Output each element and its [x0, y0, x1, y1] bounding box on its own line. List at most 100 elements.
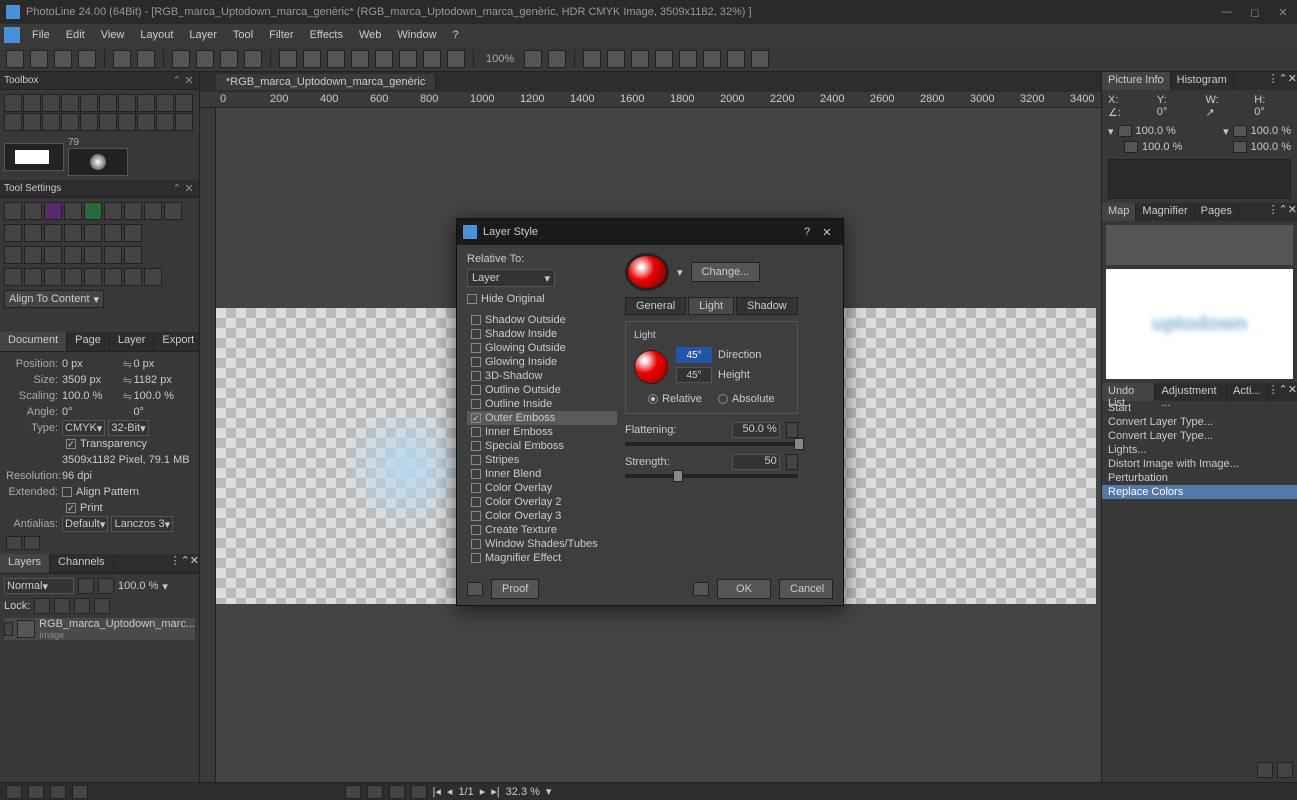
- toolbar-button[interactable]: [113, 50, 131, 68]
- reset-icon[interactable]: [693, 582, 709, 596]
- ts-button[interactable]: [64, 268, 82, 286]
- ts-button[interactable]: [24, 202, 42, 220]
- ts-button[interactable]: [84, 224, 102, 242]
- effect-checkbox[interactable]: [471, 329, 481, 339]
- height-input[interactable]: [676, 367, 712, 383]
- tab-page[interactable]: Page: [67, 332, 110, 351]
- tab-undo-list[interactable]: Undo List: [1102, 383, 1155, 401]
- menu-edit[interactable]: Edit: [58, 29, 93, 41]
- light-direction-ball[interactable]: [634, 350, 668, 384]
- trash-icon[interactable]: [1257, 762, 1273, 778]
- ts-button[interactable]: [44, 246, 62, 264]
- zoom-value[interactable]: 32.3 %: [506, 786, 540, 798]
- panel-close-icon[interactable]: ✕: [183, 74, 195, 87]
- tab-actions[interactable]: Acti...: [1227, 383, 1268, 401]
- status-icon[interactable]: [411, 785, 427, 799]
- ok-button[interactable]: OK: [717, 579, 771, 599]
- ts-button[interactable]: [24, 268, 42, 286]
- visibility-icon[interactable]: [4, 622, 13, 636]
- ts-button[interactable]: [84, 246, 102, 264]
- document-tab[interactable]: *RGB_marca_Uptodown_marca_genèric: [216, 74, 436, 90]
- effect-checkbox[interactable]: [471, 525, 481, 535]
- cancel-button[interactable]: Cancel: [779, 579, 833, 599]
- toolbar-button[interactable]: [727, 50, 745, 68]
- effect-checkbox[interactable]: [471, 399, 481, 409]
- ts-button[interactable]: [4, 202, 22, 220]
- panel-collapse-icon[interactable]: ⌃: [1279, 203, 1288, 221]
- undo-item[interactable]: Convert Layer Type...: [1102, 415, 1297, 429]
- toolbar-button[interactable]: [54, 50, 72, 68]
- effect-item[interactable]: Color Overlay 3: [467, 509, 617, 523]
- effect-checkbox[interactable]: [471, 511, 481, 521]
- nav-first-icon[interactable]: |◂: [433, 785, 441, 798]
- brush-preview[interactable]: [68, 148, 128, 176]
- relative-radio[interactable]: Relative: [648, 393, 702, 405]
- effect-item[interactable]: Color Overlay: [467, 481, 617, 495]
- tab-layers[interactable]: Layers: [0, 554, 50, 573]
- tab-adjustment[interactable]: Adjustment ...: [1155, 383, 1227, 401]
- panel-close-icon[interactable]: ✕: [183, 182, 195, 195]
- panel-close-icon[interactable]: ✕: [1288, 72, 1297, 90]
- blend-mode-select[interactable]: Normal ▾: [4, 578, 74, 594]
- tool-button[interactable]: [4, 94, 22, 112]
- dialog-help-button[interactable]: ?: [797, 226, 817, 238]
- lock-icon[interactable]: [94, 598, 110, 614]
- toolbar-button[interactable]: [279, 50, 297, 68]
- proof-button[interactable]: Proof: [491, 579, 539, 599]
- effect-item[interactable]: Special Emboss: [467, 439, 617, 453]
- ts-button[interactable]: [44, 268, 62, 286]
- toolbar-button[interactable]: [351, 50, 369, 68]
- panel-menu-icon[interactable]: ⋮: [170, 554, 181, 573]
- toolbar-button[interactable]: [6, 50, 24, 68]
- tool-button[interactable]: [23, 113, 41, 131]
- preview-eye-icon[interactable]: [467, 582, 483, 596]
- tab-magnifier[interactable]: Magnifier: [1136, 203, 1194, 221]
- tab-light[interactable]: Light: [688, 297, 734, 315]
- menu-file[interactable]: File: [24, 29, 58, 41]
- toolbar-button[interactable]: [196, 50, 214, 68]
- effect-checkbox[interactable]: [471, 539, 481, 549]
- status-icon[interactable]: [28, 785, 44, 799]
- menu-view[interactable]: View: [93, 29, 133, 41]
- layer-row[interactable]: RGB_marca_Uptodown_marc... Image: [4, 618, 195, 640]
- effect-checkbox[interactable]: [471, 343, 481, 353]
- tool-button[interactable]: [61, 94, 79, 112]
- toolbar-button[interactable]: [631, 50, 649, 68]
- effect-checkbox[interactable]: [471, 469, 481, 479]
- toolbar-button[interactable]: [679, 50, 697, 68]
- tool-button[interactable]: [137, 113, 155, 131]
- toolbar-button[interactable]: [703, 50, 721, 68]
- tool-button[interactable]: [23, 94, 41, 112]
- toolbar-button[interactable]: [583, 50, 601, 68]
- minimize-button[interactable]: —: [1213, 0, 1241, 24]
- nav-last-icon[interactable]: ▸|: [491, 785, 499, 798]
- style-preview[interactable]: [625, 253, 669, 291]
- tool-button[interactable]: [156, 94, 174, 112]
- tab-document[interactable]: Document: [0, 332, 67, 351]
- tool-option[interactable]: [154, 138, 172, 156]
- ts-button[interactable]: [64, 246, 82, 264]
- transparency-checkbox[interactable]: Transparency: [6, 436, 193, 452]
- effect-checkbox[interactable]: [471, 455, 481, 465]
- ts-button[interactable]: [104, 224, 122, 242]
- effect-checkbox[interactable]: [471, 413, 481, 423]
- menu-filter[interactable]: Filter: [261, 29, 301, 41]
- refresh-icon[interactable]: [1277, 762, 1293, 778]
- toolbar-button[interactable]: [327, 50, 345, 68]
- tool-button[interactable]: [42, 113, 60, 131]
- nav-next-icon[interactable]: ▸: [480, 785, 486, 798]
- effect-item[interactable]: 3D-Shadow: [467, 369, 617, 383]
- effect-item[interactable]: Magnifier Effect: [467, 551, 617, 565]
- status-icon[interactable]: [345, 785, 361, 799]
- effect-checkbox[interactable]: [471, 371, 481, 381]
- toolbar-button[interactable]: [220, 50, 238, 68]
- tab-shadow[interactable]: Shadow: [736, 297, 798, 315]
- panel-close-icon[interactable]: ✕: [1288, 383, 1297, 401]
- undo-item[interactable]: Start: [1102, 401, 1297, 415]
- opacity-value[interactable]: 100.0 %: [118, 580, 158, 592]
- toolbar-button[interactable]: [751, 50, 769, 68]
- undo-item[interactable]: Replace Colors: [1102, 485, 1297, 499]
- tool-button[interactable]: [4, 113, 22, 131]
- ts-button[interactable]: [64, 224, 82, 242]
- chevron-icon[interactable]: ▾: [1108, 125, 1114, 138]
